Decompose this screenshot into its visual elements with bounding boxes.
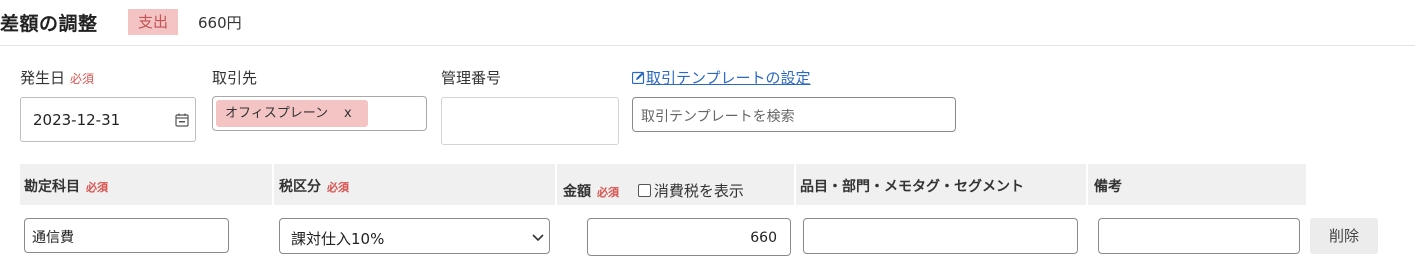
chevron-down-icon [532,234,544,242]
header-separator [794,164,796,205]
required-mark: 必須 [70,72,95,86]
date-input[interactable]: 2023-12-31 [20,97,196,142]
header-separator [555,164,557,205]
account-input[interactable]: 通信費 [24,218,229,253]
header-account-text: 勘定科目 [24,179,80,195]
date-label-text: 発生日 [20,69,66,87]
header-separator [272,164,274,205]
date-label: 発生日 必須 [20,67,94,88]
show-tax-label[interactable]: 消費税を表示 [654,182,744,200]
partner-tag-label: オフィスプレーン [225,106,329,121]
template-settings-link-text: 取引テンプレートの設定 [646,69,811,87]
amount-input[interactable]: 660 [587,218,791,256]
partner-tag-remove[interactable]: x [344,100,352,127]
page-title: 差額の調整 [0,13,98,35]
mgmt-number-label: 管理番号 [441,69,502,87]
partner-input[interactable]: オフィスプレーン x [212,96,427,131]
mgmt-number-input[interactable] [441,97,619,145]
expense-badge: 支出 [128,9,178,35]
memo-input[interactable] [1098,218,1300,254]
edit-icon [632,71,645,84]
divider [0,45,1415,46]
header-amount-text: 金額 [563,184,591,200]
template-settings-link[interactable]: 取引テンプレートの設定 [632,67,811,88]
required-mark: 必須 [327,181,349,194]
amount-value: 660 [750,230,777,246]
template-search-placeholder: 取引テンプレートを検索 [641,109,795,125]
header-amount: 660円 [198,14,242,32]
header-amount: 金額 必須 消費税を表示 [563,180,744,201]
required-mark: 必須 [597,186,619,199]
calendar-icon[interactable] [175,113,189,127]
header-account: 勘定科目 必須 [24,176,108,196]
tax-select[interactable]: 課対仕入10% [279,218,550,254]
show-tax-checkbox[interactable] [637,184,651,197]
template-search-input[interactable]: 取引テンプレートを検索 [632,97,956,132]
header-tax-text: 税区分 [279,179,321,195]
account-value: 通信費 [32,230,74,246]
tax-value: 課対仕入10% [291,230,385,248]
header-tax: 税区分 必須 [279,176,349,196]
items-input[interactable] [803,218,1078,254]
header-items: 品目・部門・メモタグ・セグメント [800,179,1024,195]
required-mark: 必須 [86,181,108,194]
header-separator [1086,164,1088,205]
date-value: 2023-12-31 [33,111,121,129]
partner-tag: オフィスプレーン x [216,100,368,127]
delete-button[interactable]: 削除 [1310,218,1378,254]
partner-label: 取引先 [212,69,258,87]
header-memo: 備考 [1094,179,1122,195]
